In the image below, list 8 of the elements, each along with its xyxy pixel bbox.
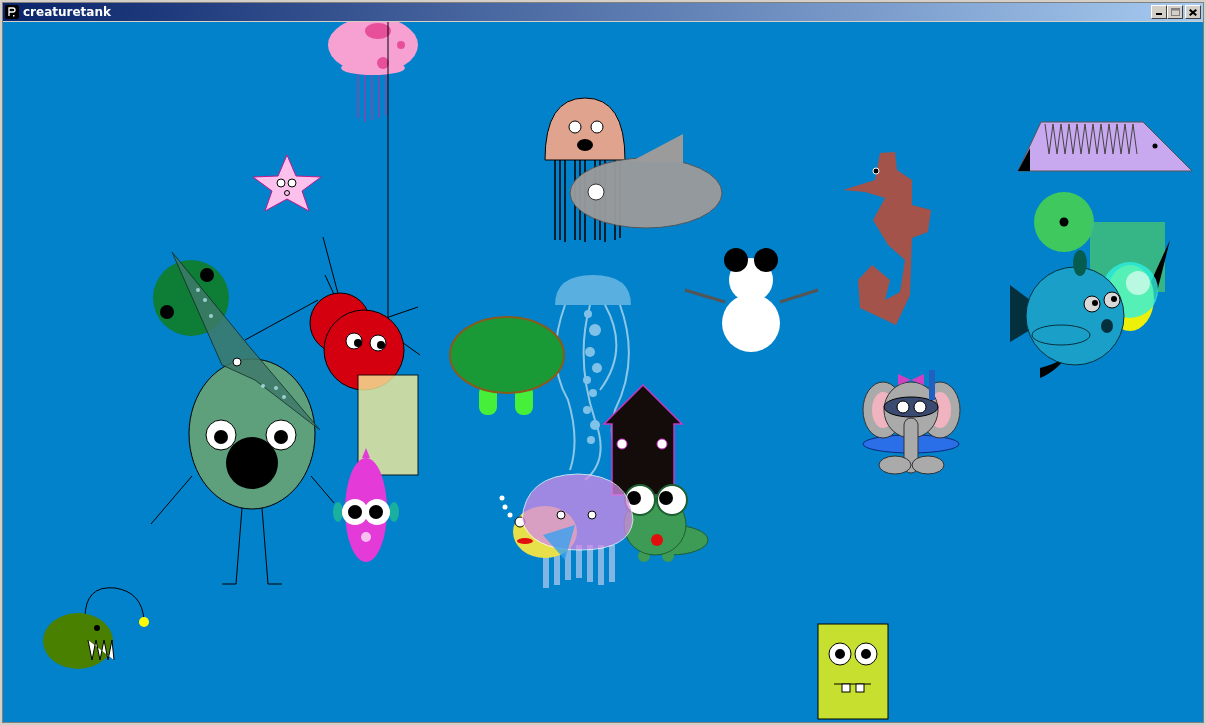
starfish-drawing: [252, 154, 322, 212]
minimize-button[interactable]: [1151, 5, 1167, 19]
maximize-icon: [1170, 8, 1180, 16]
minimize-icon: [1156, 13, 1162, 15]
app-icon: [5, 5, 19, 19]
close-icon: [1189, 8, 1197, 16]
window-title: creaturetank: [23, 5, 111, 19]
close-button[interactable]: [1185, 5, 1201, 19]
